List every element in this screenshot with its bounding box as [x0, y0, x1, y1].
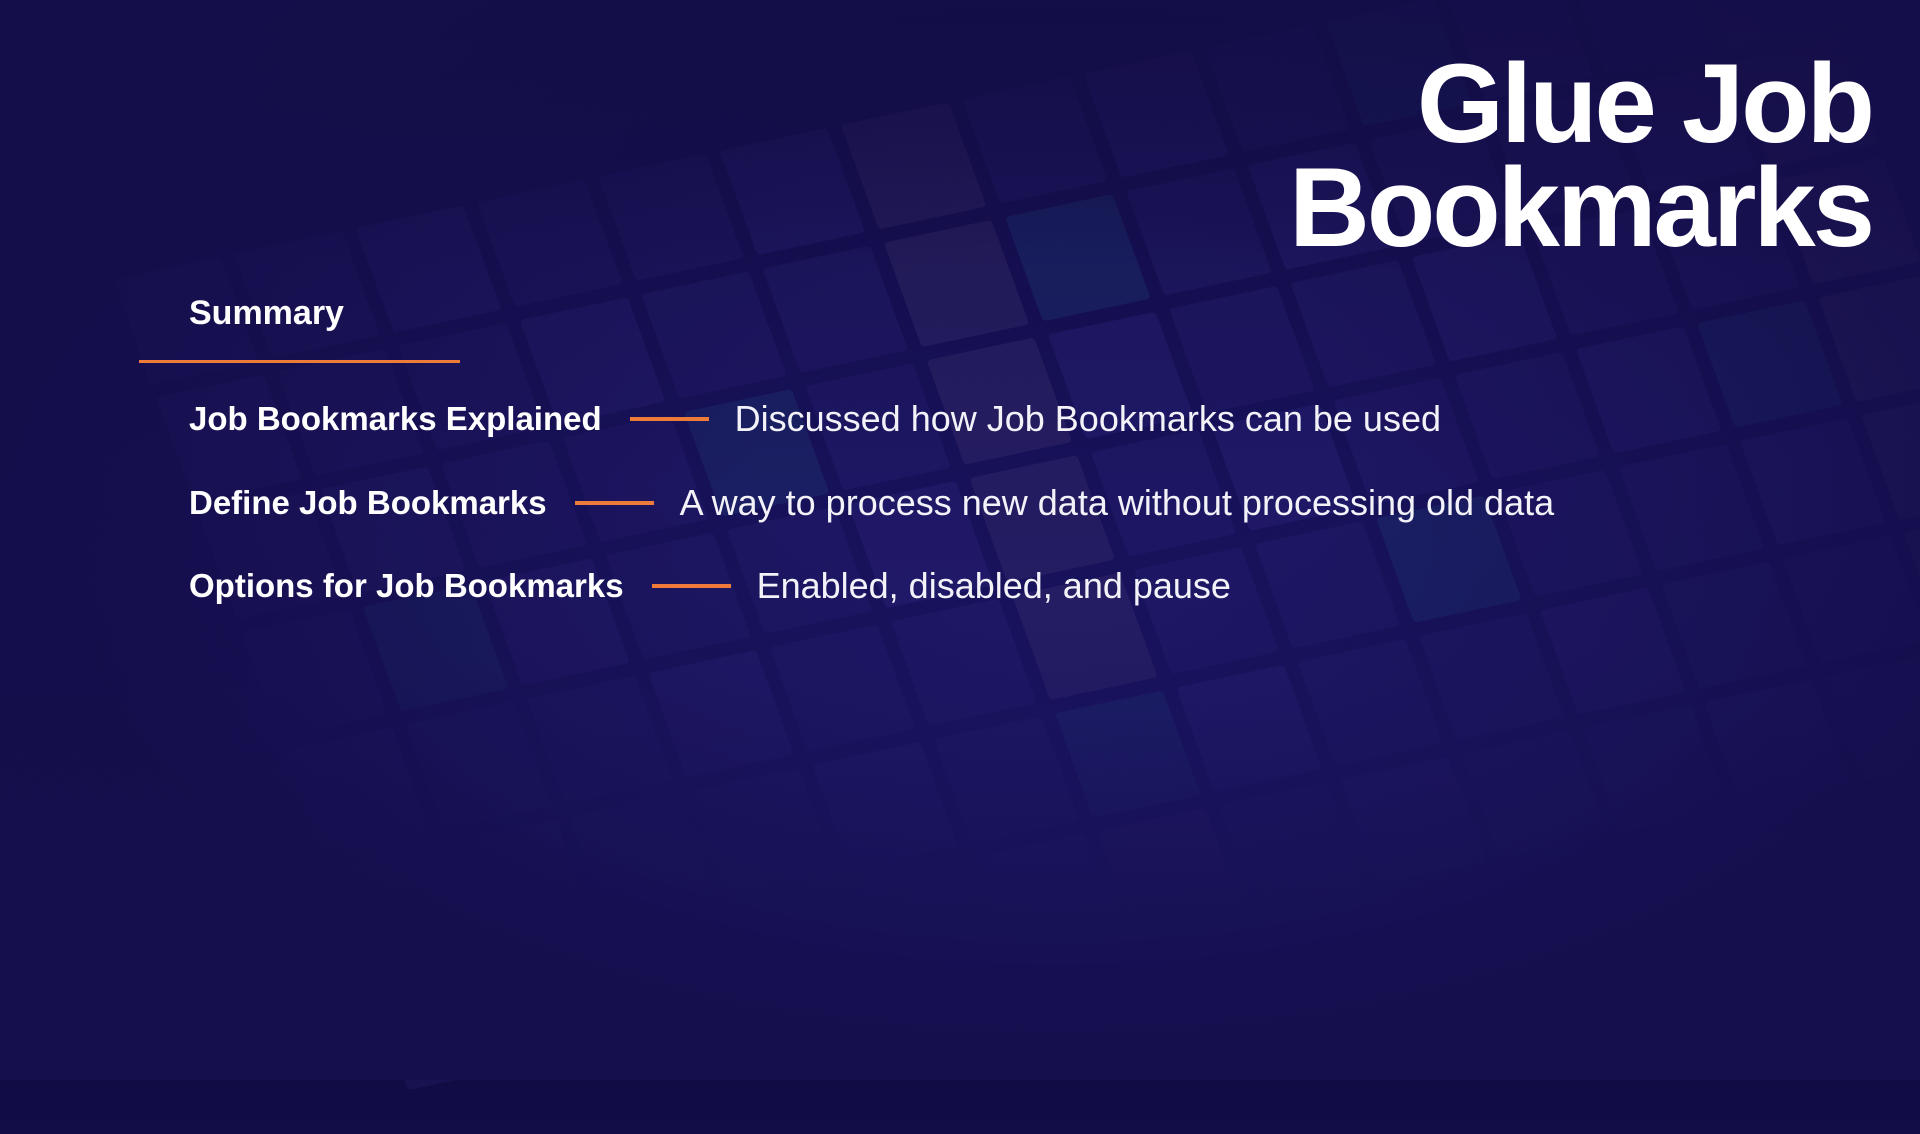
- item-label: Options for Job Bookmarks: [189, 567, 624, 604]
- title-line-1: Glue Job: [1416, 41, 1875, 166]
- summary-item: Job Bookmarks Explained Discussed how Jo…: [189, 398, 1441, 440]
- dash-divider: [629, 417, 709, 421]
- item-label: Job Bookmarks Explained: [189, 400, 602, 437]
- item-description: Discussed how Job Bookmarks can be used: [734, 398, 1441, 439]
- dash-divider: [574, 501, 654, 505]
- item-description: A way to process new data without proces…: [679, 482, 1555, 523]
- item-description: Enabled, disabled, and pause: [756, 565, 1231, 606]
- summary-item: Define Job Bookmarks A way to process ne…: [189, 482, 1554, 524]
- section-heading: Summary: [189, 294, 344, 332]
- slide-title: Glue Job Bookmarks: [1288, 41, 1875, 270]
- title-line-2: Bookmarks: [1288, 145, 1875, 270]
- item-label: Define Job Bookmarks: [189, 484, 547, 521]
- summary-item: Options for Job Bookmarks Enabled, disab…: [189, 565, 1231, 607]
- dash-divider: [651, 584, 731, 588]
- heading-underline: [139, 360, 460, 363]
